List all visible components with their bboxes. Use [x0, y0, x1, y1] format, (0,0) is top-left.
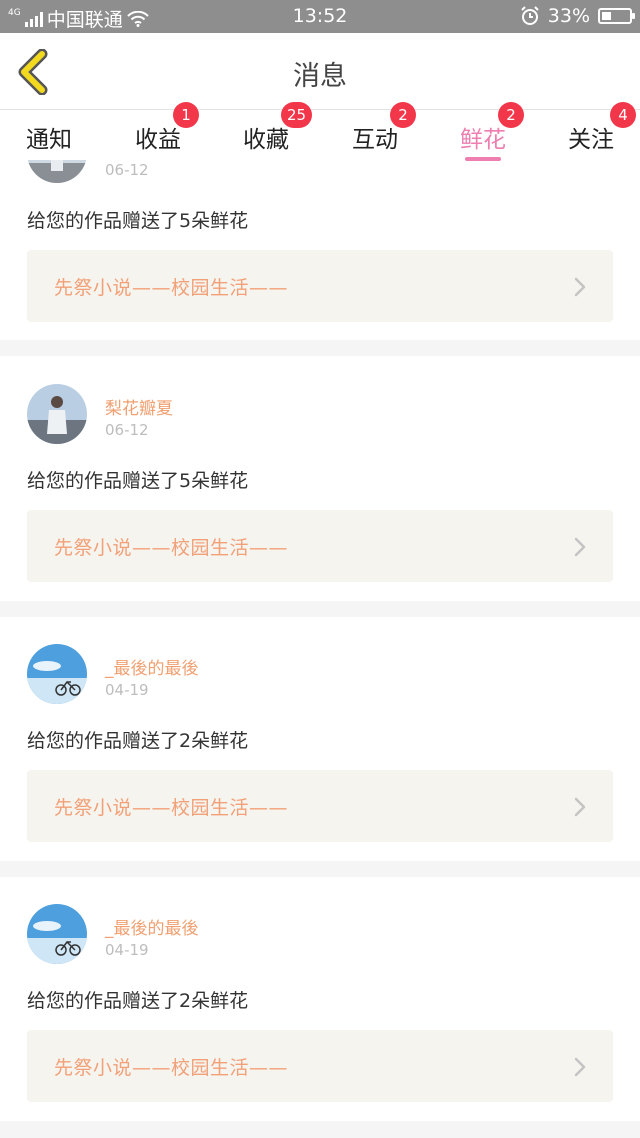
work-title: 先祭小说——校园生活—— — [54, 537, 289, 559]
tab-label: 互动 — [352, 127, 398, 153]
message-text: 给您的作品赠送了5朵鲜花 — [27, 210, 249, 232]
status-right: 33% — [520, 5, 635, 27]
tab-favorites[interactable]: 收藏 25 — [243, 102, 313, 160]
work-title: 先祭小说——校园生活—— — [54, 1057, 289, 1079]
message-card: _最後的最後 04-19 给您的作品赠送了2朵鲜花 先祭小说——校园生活—— — [0, 877, 640, 1121]
tab-bar: 通知 收益 1 收藏 25 互动 2 鲜花 2 关注 4 — [0, 102, 640, 161]
tab-follow[interactable]: 关注 4 — [568, 102, 636, 160]
tab-label: 通知 — [26, 127, 72, 153]
work-link[interactable]: 先祭小说——校园生活—— — [27, 770, 613, 842]
page-title: 消息 — [293, 61, 347, 92]
tab-label: 收益 — [135, 127, 181, 153]
username[interactable]: 梨花瓣夏 — [105, 394, 173, 419]
chevron-right-icon — [574, 1057, 586, 1077]
username[interactable]: _最後的最後 — [105, 654, 199, 679]
tab-label: 收藏 — [243, 127, 289, 153]
work-title: 先祭小说——校园生活—— — [54, 277, 289, 299]
tab-flowers[interactable]: 鲜花 2 — [460, 102, 524, 161]
user-avatar[interactable] — [27, 160, 87, 183]
status-bar: 4G 中国联通 13:52 33% — [0, 0, 640, 33]
username[interactable]: _最後的最後 — [105, 914, 199, 939]
message-text: 给您的作品赠送了2朵鲜花 — [27, 730, 249, 752]
work-link[interactable]: 先祭小说——校园生活—— — [27, 510, 613, 582]
work-link[interactable]: 先祭小说——校园生活—— — [27, 250, 613, 322]
tab-badge: 25 — [281, 102, 313, 128]
chevron-right-icon — [574, 537, 586, 557]
tab-badge: 2 — [390, 102, 416, 128]
tab-earnings[interactable]: 收益 1 — [135, 102, 199, 160]
work-link[interactable]: 先祭小说——校园生活—— — [27, 1030, 613, 1102]
user-avatar[interactable] — [27, 384, 87, 444]
message-date: 04-19 — [105, 681, 149, 699]
chevron-right-icon — [574, 277, 586, 297]
chevron-right-icon — [574, 797, 586, 817]
nav-header: 消息 — [0, 33, 640, 110]
tab-badge: 2 — [498, 102, 524, 128]
battery-fill — [602, 12, 611, 20]
active-tab-indicator — [465, 157, 501, 161]
message-card: 梨花瓣夏 06-12 给您的作品赠送了5朵鲜花 先祭小说——校园生活—— — [0, 356, 640, 601]
user-avatar[interactable] — [27, 644, 87, 704]
message-date: 06-12 — [105, 161, 149, 179]
user-avatar[interactable] — [27, 904, 87, 964]
alarm-icon — [521, 6, 539, 25]
message-date: 04-19 — [105, 941, 149, 959]
tab-badge: 4 — [610, 102, 636, 128]
tab-badge: 1 — [173, 102, 199, 128]
tab-label: 关注 — [568, 127, 614, 153]
flower-message-list[interactable]: 06-12 给您的作品赠送了5朵鲜花 先祭小说——校园生活—— 梨花瓣夏 06-… — [0, 160, 640, 1138]
battery-icon — [598, 8, 635, 24]
battery-percent: 33% — [547, 5, 590, 27]
work-title: 先祭小说——校园生活—— — [54, 797, 289, 819]
message-date: 06-12 — [105, 421, 149, 439]
tab-label: 鲜花 — [460, 127, 506, 153]
tab-notifications[interactable]: 通知 — [26, 110, 76, 160]
tab-interactions[interactable]: 互动 2 — [352, 102, 416, 160]
message-text: 给您的作品赠送了2朵鲜花 — [27, 990, 249, 1012]
message-text: 给您的作品赠送了5朵鲜花 — [27, 470, 249, 492]
message-card: 06-12 给您的作品赠送了5朵鲜花 先祭小说——校园生活—— — [0, 160, 640, 340]
message-card: _最後的最後 04-19 给您的作品赠送了2朵鲜花 先祭小说——校园生活—— — [0, 617, 640, 861]
